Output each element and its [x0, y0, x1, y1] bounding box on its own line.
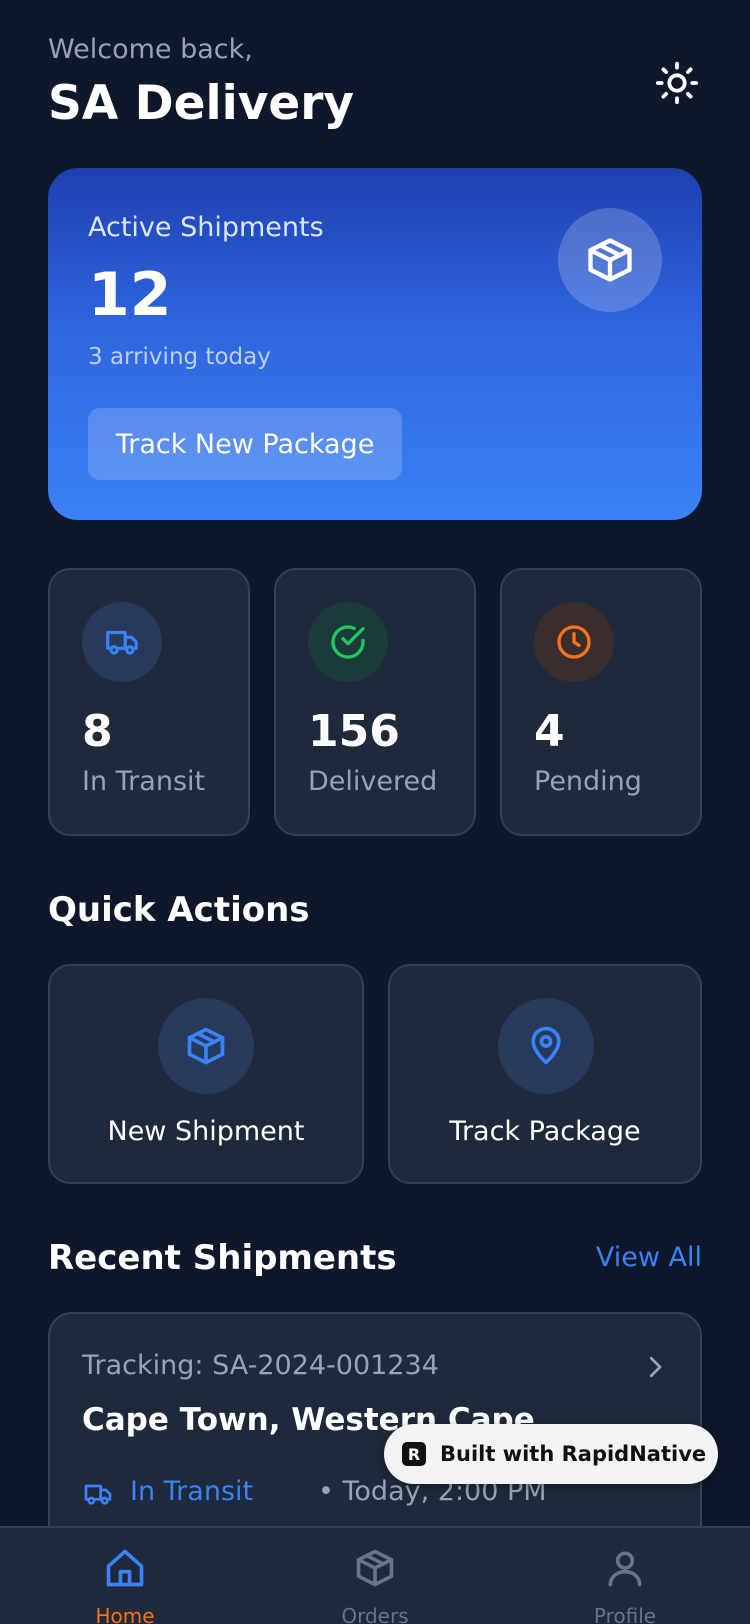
- arriving-today-text: 3 arriving today: [88, 344, 271, 370]
- stat-icon-circle: [308, 602, 388, 682]
- nav-item-profile[interactable]: Profile: [545, 1528, 705, 1624]
- stat-value: 156: [308, 706, 400, 757]
- action-label: New Shipment: [107, 1116, 305, 1147]
- quick-actions-title: Quick Actions: [48, 890, 310, 930]
- bottom-nav: Home Orders Profile: [0, 1526, 750, 1624]
- stat-icon-circle: [534, 602, 614, 682]
- action-label: Track Package: [449, 1116, 641, 1147]
- view-all-link[interactable]: View All: [560, 1242, 702, 1273]
- nav-item-orders[interactable]: Orders: [295, 1528, 455, 1624]
- check-circle-icon: [331, 625, 365, 659]
- stat-value: 4: [534, 706, 565, 757]
- tracking-number: Tracking: SA-2024-001234: [82, 1350, 439, 1381]
- welcome-text: Welcome back,: [48, 34, 253, 65]
- package-icon: [187, 1027, 225, 1065]
- nav-label: Home: [95, 1604, 155, 1624]
- stat-label: Delivered: [308, 766, 438, 797]
- nav-item-home[interactable]: Home: [45, 1528, 205, 1624]
- chevron-right-icon: [649, 1356, 662, 1378]
- stat-card-pending[interactable]: 4 Pending: [500, 568, 702, 836]
- home-icon: [106, 1549, 144, 1587]
- shipment-status: In Transit: [130, 1476, 254, 1507]
- stat-label: In Transit: [82, 766, 206, 797]
- badge-text: Built with RapidNative: [440, 1442, 707, 1466]
- theme-toggle-button[interactable]: [652, 58, 702, 108]
- package-icon: [588, 238, 632, 282]
- action-icon-circle: [498, 998, 594, 1094]
- nav-label: Profile: [593, 1604, 657, 1624]
- stat-label: Pending: [534, 766, 642, 797]
- sun-icon: [655, 61, 699, 105]
- track-package-button[interactable]: Track Package: [388, 964, 702, 1184]
- brand-title: SA Delivery: [48, 76, 355, 131]
- recent-shipments-title: Recent Shipments: [48, 1238, 397, 1278]
- user-icon: [608, 1551, 642, 1587]
- map-pin-icon: [531, 1026, 561, 1065]
- track-new-package-button[interactable]: Track New Package: [88, 408, 402, 480]
- package-icon: [356, 1549, 394, 1587]
- active-shipments-label: Active Shipments: [88, 212, 324, 243]
- truck-icon: [84, 1484, 112, 1505]
- nav-label: Orders: [341, 1604, 409, 1624]
- active-shipments-card: Active Shipments 12 3 arriving today Tra…: [48, 168, 702, 520]
- rapidnative-logo-icon: R: [402, 1442, 426, 1466]
- stat-value: 8: [82, 706, 113, 757]
- stat-card-delivered[interactable]: 156 Delivered: [274, 568, 476, 836]
- hero-icon-circle: [558, 208, 662, 312]
- new-shipment-button[interactable]: New Shipment: [48, 964, 364, 1184]
- stat-icon-circle: [82, 602, 162, 682]
- active-shipments-count: 12: [88, 260, 172, 330]
- truck-icon: [106, 630, 138, 655]
- clock-icon: [557, 625, 591, 659]
- stat-card-in-transit[interactable]: 8 In Transit: [48, 568, 250, 836]
- built-with-badge[interactable]: R Built with RapidNative: [384, 1424, 718, 1484]
- action-icon-circle: [158, 998, 254, 1094]
- dashboard-screen: Welcome back, SA Delivery Active Shipmen…: [0, 0, 750, 1624]
